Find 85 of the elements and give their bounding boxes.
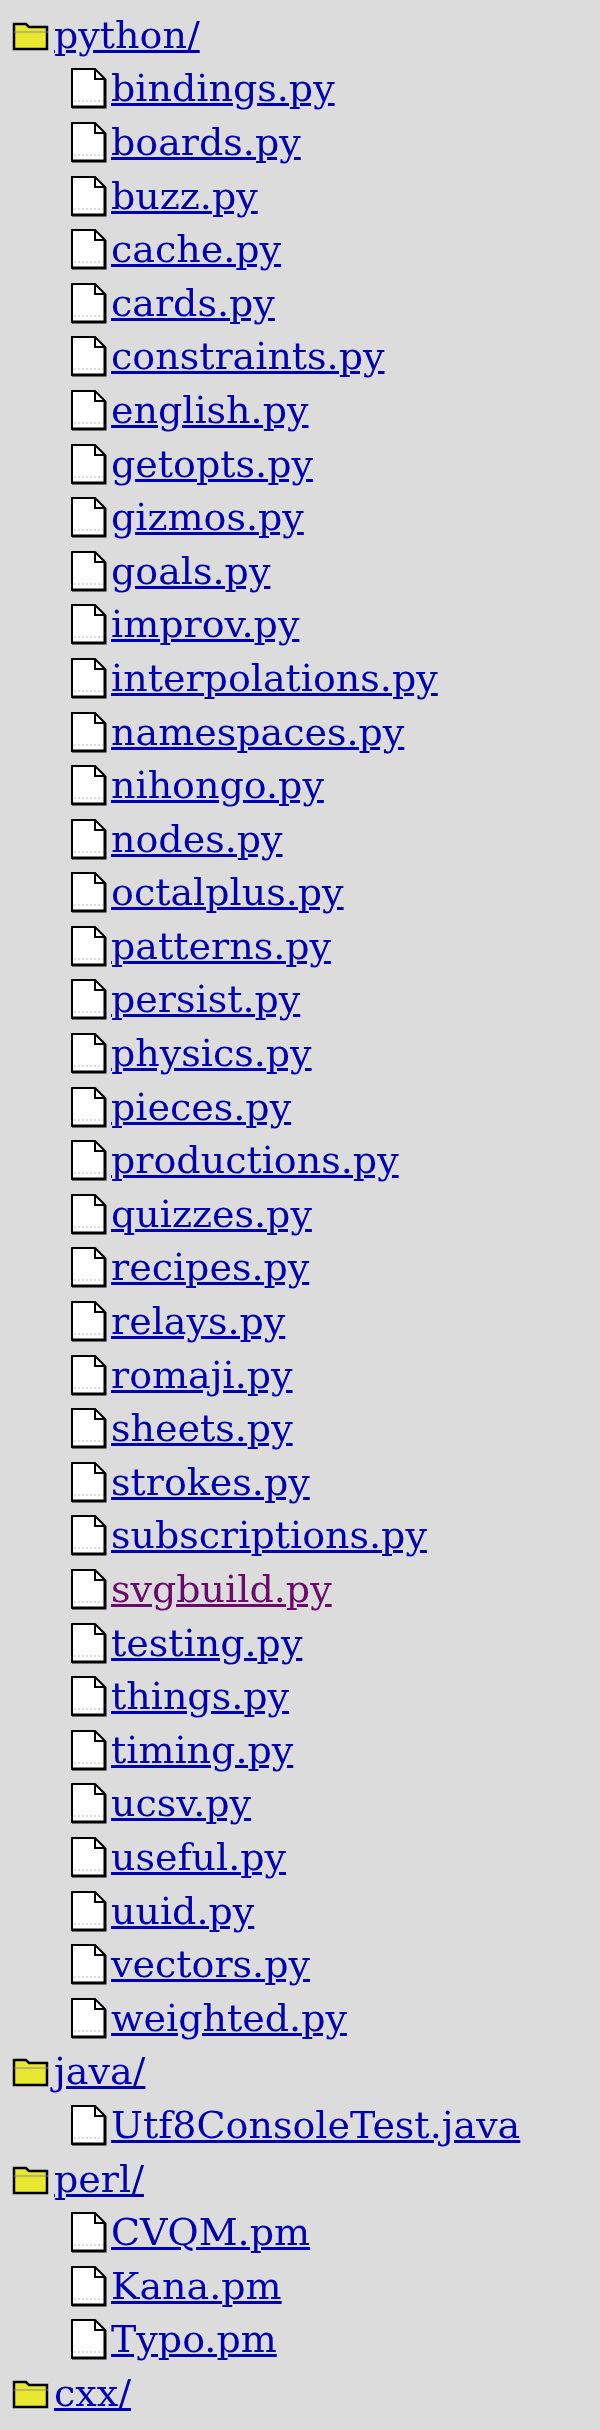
document-icon — [70, 2103, 107, 2146]
document-icon — [70, 978, 107, 1021]
file-link[interactable]: things.py — [111, 1674, 290, 1719]
file-link[interactable]: Typo.pm — [111, 2317, 277, 2362]
document-icon — [70, 2211, 107, 2254]
file-link[interactable]: Utf8ConsoleTest.java — [111, 2102, 521, 2147]
document-icon — [70, 1621, 107, 1664]
file-link[interactable]: ucsv.py — [111, 1781, 252, 1826]
file-link[interactable]: patterns.py — [111, 923, 332, 968]
document-icon — [70, 603, 107, 646]
document-icon — [70, 1246, 107, 1289]
file-link[interactable]: productions.py — [111, 1138, 399, 1183]
file-link[interactable]: subscriptions.py — [111, 1513, 427, 1558]
document-icon — [70, 1568, 107, 1610]
folder-link[interactable]: perl/ — [54, 2156, 144, 2201]
file-link[interactable]: buzz.py — [111, 173, 258, 218]
file-link[interactable]: quizzes.py — [111, 1191, 312, 1236]
file-link[interactable]: svgbuild.py — [111, 1567, 332, 1611]
document-icon — [70, 1943, 107, 1986]
file-link[interactable]: testing.py — [111, 1620, 303, 1665]
document-icon — [70, 121, 107, 163]
document-icon — [70, 871, 107, 914]
file-link[interactable]: interpolations.py — [111, 655, 438, 700]
file-link[interactable]: bindings.py — [111, 66, 335, 111]
file-link[interactable]: constraints.py — [111, 334, 385, 379]
folder-link[interactable]: cxx/ — [54, 2370, 131, 2415]
document-icon — [70, 388, 107, 431]
document-icon — [70, 2264, 107, 2307]
document-icon — [70, 1085, 107, 1128]
document-icon — [70, 817, 107, 860]
document-icon — [70, 1407, 107, 1450]
document-icon — [70, 281, 107, 324]
document-icon — [70, 1192, 107, 1235]
file-link[interactable]: persist.py — [111, 977, 301, 1022]
file-link[interactable]: sheets.py — [111, 1406, 293, 1451]
file-link[interactable]: uuid.py — [111, 1888, 255, 1933]
file-link[interactable]: cards.py — [111, 280, 275, 325]
document-icon — [70, 1675, 107, 1718]
folder-link[interactable]: python/ — [54, 12, 200, 57]
file-link[interactable]: romaji.py — [111, 1352, 293, 1397]
file-link[interactable]: nodes.py — [111, 816, 283, 861]
file-link[interactable]: weighted.py — [111, 1995, 347, 2040]
document-icon — [70, 1353, 107, 1396]
document-icon — [70, 1460, 107, 1503]
document-icon — [70, 1728, 107, 1771]
file-link[interactable]: pieces.py — [111, 1084, 292, 1129]
document-icon — [70, 1996, 107, 2039]
document-icon — [70, 1139, 107, 1182]
file-link[interactable]: timing.py — [111, 1727, 294, 1772]
document-icon — [70, 924, 107, 967]
document-icon — [70, 1836, 107, 1878]
document-icon — [70, 442, 107, 485]
document-icon — [70, 174, 107, 217]
file-link[interactable]: physics.py — [111, 1031, 312, 1076]
document-icon — [70, 2318, 107, 2361]
file-link[interactable]: namespaces.py — [111, 709, 405, 754]
file-link[interactable]: cache.py — [111, 227, 282, 272]
file-link[interactable]: useful.py — [111, 1835, 287, 1879]
file-link[interactable]: relays.py — [111, 1299, 286, 1344]
document-icon — [70, 549, 107, 592]
document-icon — [70, 496, 107, 539]
file-link[interactable]: recipes.py — [111, 1245, 310, 1290]
document-icon — [70, 1032, 107, 1075]
document-icon — [70, 1300, 107, 1343]
document-icon — [70, 710, 107, 753]
file-link[interactable]: improv.py — [111, 602, 300, 647]
file-link[interactable]: gizmos.py — [111, 495, 304, 540]
file-link[interactable]: vectors.py — [111, 1942, 310, 1987]
file-link[interactable]: nihongo.py — [111, 763, 324, 808]
document-icon — [70, 335, 107, 378]
document-icon — [70, 228, 107, 271]
file-link[interactable]: getopts.py — [111, 441, 313, 486]
file-link[interactable]: strokes.py — [111, 1459, 310, 1504]
document-icon — [70, 1782, 107, 1825]
document-icon — [70, 1514, 107, 1557]
document-icon — [70, 656, 107, 699]
file-link[interactable]: boards.py — [111, 120, 301, 164]
file-link[interactable]: CVQM.pm — [111, 2210, 311, 2255]
document-icon — [70, 764, 107, 807]
file-link[interactable]: goals.py — [111, 548, 271, 593]
file-link[interactable]: Kana.pm — [111, 2263, 282, 2308]
document-icon — [70, 1889, 107, 1932]
document-icon — [70, 67, 107, 110]
file-link[interactable]: english.py — [111, 387, 309, 432]
file-link[interactable]: octalplus.py — [111, 870, 344, 915]
